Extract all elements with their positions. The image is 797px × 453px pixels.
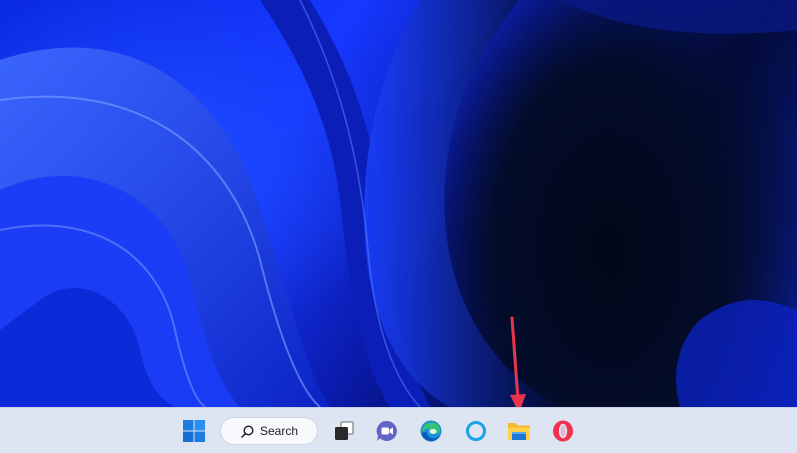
file-explorer-button[interactable] [503,415,535,447]
opera-icon [553,420,573,442]
edge-icon [420,420,442,442]
windows-logo-icon [183,420,205,442]
task-view-button[interactable] [328,415,360,447]
cortana-icon [466,421,486,441]
chat-button[interactable] [371,415,403,447]
opera-button[interactable] [547,415,579,447]
wallpaper-bloom [0,0,797,407]
folder-icon [508,423,530,440]
search-label: Search [260,424,299,438]
search-box[interactable]: Search [220,417,318,445]
desktop-wallpaper [0,0,797,407]
start-button[interactable] [178,415,210,447]
search-icon [241,424,254,438]
teams-chat-icon [376,420,397,441]
taskbar: Search [0,407,797,453]
cortana-button[interactable] [460,415,492,447]
task-view-icon [335,421,354,440]
edge-button[interactable] [415,415,447,447]
